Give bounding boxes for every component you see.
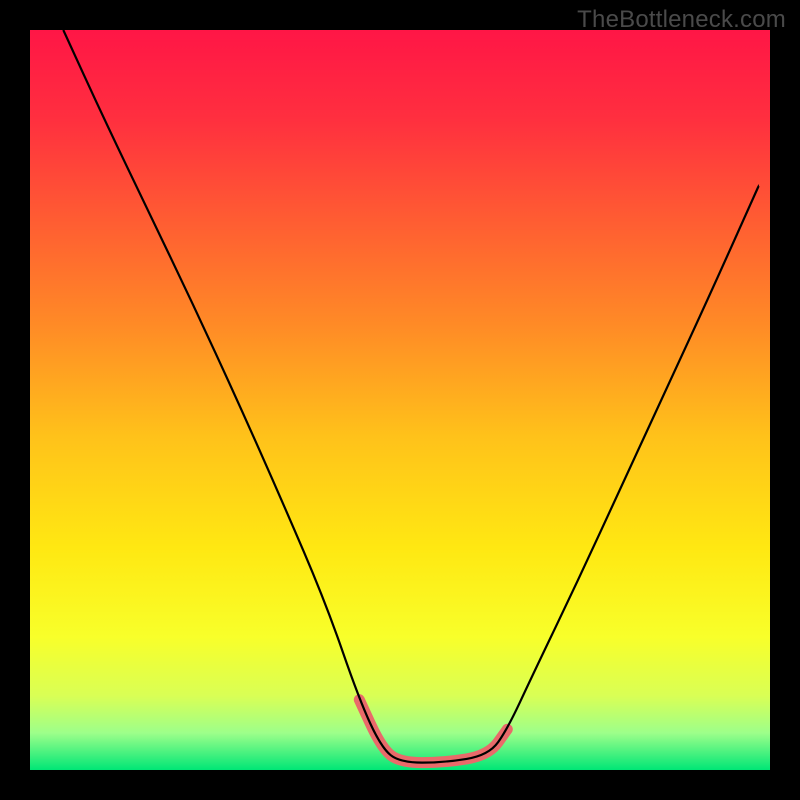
chart-stage: TheBottleneck.com xyxy=(0,0,800,800)
chart-svg xyxy=(0,0,800,800)
watermark-text: TheBottleneck.com xyxy=(577,6,786,34)
gradient-background xyxy=(30,30,770,770)
